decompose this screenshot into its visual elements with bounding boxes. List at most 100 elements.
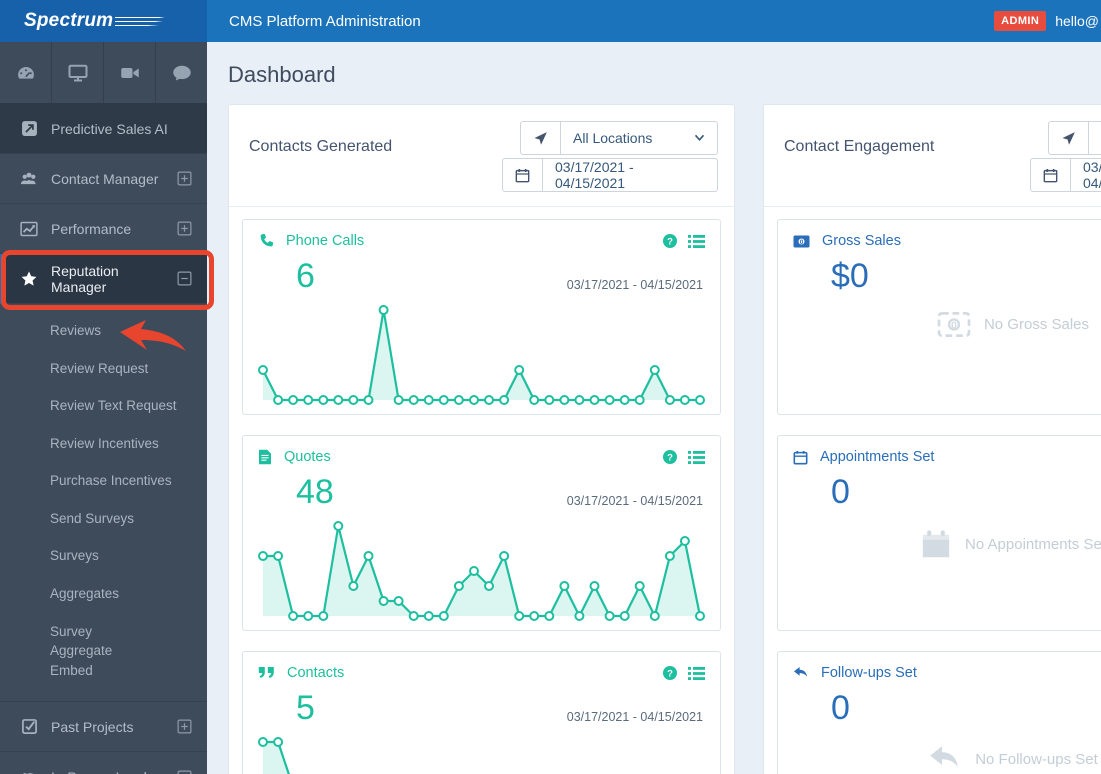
document-icon xyxy=(258,449,272,465)
contacts-sparkline-chart xyxy=(255,734,708,774)
panel-title: Contacts Generated xyxy=(249,138,393,155)
spectrum-logo-text: Spectrum xyxy=(24,10,114,31)
sidebar-item-label: Predictive Sales AI xyxy=(51,120,168,137)
follow-ups-set-card: Follow-ups Set 0 No Follow-ups Set xyxy=(777,651,1101,774)
help-circle-icon[interactable]: ? xyxy=(662,665,678,681)
list-icon[interactable] xyxy=(688,666,705,681)
date-range-group: 03/17/2021 - 04/15/2021 xyxy=(502,158,718,192)
gauge-icon[interactable] xyxy=(0,42,52,103)
list-icon[interactable] xyxy=(688,450,705,465)
location-select[interactable]: All Locations xyxy=(1089,122,1101,154)
plus-square-icon[interactable] xyxy=(177,221,192,236)
sidebar-icon-strip xyxy=(0,42,207,104)
sidebar-item-contact-manager[interactable]: Contact Manager xyxy=(0,154,207,204)
video-camera-icon[interactable] xyxy=(104,42,156,103)
submenu-item-review-text-request[interactable]: Review Text Request xyxy=(0,387,207,425)
submenu-item-surveys[interactable]: Surveys xyxy=(0,537,207,575)
calendar-icon xyxy=(920,528,952,560)
metric-title: Quotes xyxy=(284,449,331,465)
submenu-item-review-incentives[interactable]: Review Incentives xyxy=(0,425,207,463)
appointments-set-card: Appointments Set 0 No Appointments Set xyxy=(777,435,1101,631)
reply-arrow-icon xyxy=(928,744,962,774)
phone-calls-sparkline-chart xyxy=(255,302,708,408)
top-bar: Spectrum CMS Platform Administration ADM… xyxy=(0,0,1101,42)
phone-calls-card: Phone Calls ? 6 03/17/2021 - 04/15/2021 xyxy=(242,219,721,415)
quotes-sparkline-chart xyxy=(255,518,708,624)
contacts-generated-panel: Contacts Generated All Locations 03/17/2… xyxy=(228,104,735,774)
metric-title: Appointments Set xyxy=(820,449,935,465)
metric-value: $0 xyxy=(831,257,869,295)
svg-text:0: 0 xyxy=(951,320,957,332)
date-range-input[interactable]: 03/17/2021 - 04/15/2021 xyxy=(543,159,717,191)
location-arrow-icon xyxy=(1049,122,1089,154)
svg-text:?: ? xyxy=(667,668,673,679)
calendar-icon xyxy=(793,450,808,465)
submenu-item-send-surveys[interactable]: Send Surveys xyxy=(0,500,207,538)
metric-title: Gross Sales xyxy=(822,233,901,249)
empty-state: No Follow-ups Set xyxy=(778,744,1101,774)
empty-state-text: No Follow-ups Set xyxy=(975,750,1098,768)
calendar-icon xyxy=(503,159,543,191)
sidebar: Predictive Sales AI Contact Manager Perf… xyxy=(0,42,207,774)
metric-title: Phone Calls xyxy=(286,233,365,249)
reply-arrow-icon xyxy=(793,666,809,680)
money-bill-icon: 0 xyxy=(793,235,810,248)
plus-square-icon[interactable] xyxy=(177,171,192,186)
box-arrow-icon xyxy=(20,120,38,137)
calendar-icon xyxy=(1031,159,1071,191)
date-range-input[interactable]: 03/17/2021 - 04/15/2021 xyxy=(1071,159,1101,191)
sidebar-item-label: Performance xyxy=(51,220,132,237)
user-email[interactable]: hello@ xyxy=(1055,13,1099,29)
sidebar-item-performance[interactable]: Performance xyxy=(0,204,207,254)
date-range-group: 03/17/2021 - 04/15/2021 xyxy=(1030,158,1101,192)
metric-value: 0 xyxy=(831,689,850,727)
users-icon xyxy=(20,170,38,188)
sidebar-item-label: Past Projects xyxy=(51,718,134,735)
panel-title: Contact Engagement xyxy=(784,138,935,155)
page-title: Dashboard xyxy=(228,62,336,87)
contact-engagement-panel: Contact Engagement All Locations xyxy=(763,104,1101,774)
handshake-icon xyxy=(20,768,38,774)
check-square-icon xyxy=(20,718,38,735)
submenu-item-purchase-incentives[interactable]: Purchase Incentives xyxy=(0,462,207,500)
spectrum-logo-stripes-icon xyxy=(115,17,166,26)
quote-icon xyxy=(258,666,275,680)
contacts-card: Contacts ? 5 03/17/2021 - 04/15/2021 xyxy=(242,651,721,774)
metric-value: 0 xyxy=(831,473,850,511)
plus-square-icon[interactable] xyxy=(177,770,192,774)
sidebar-item-reputation-manager[interactable]: Reputation Manager xyxy=(0,254,207,304)
submenu-item-review-request[interactable]: Review Request xyxy=(0,350,207,388)
list-icon[interactable] xyxy=(688,234,705,249)
phone-icon xyxy=(258,233,274,249)
location-selector-group: All Locations xyxy=(520,121,718,155)
location-arrow-icon xyxy=(521,122,561,154)
location-select[interactable]: All Locations xyxy=(561,122,717,154)
spectrum-logo: Spectrum xyxy=(0,0,207,42)
metric-title: Contacts xyxy=(287,665,345,681)
money-bill-icon: 0 xyxy=(937,312,971,337)
admin-badge: ADMIN xyxy=(994,11,1047,31)
sidebar-item-in-person-leads[interactable]: In-Person Leads xyxy=(0,752,207,774)
sidebar-item-past-projects[interactable]: Past Projects xyxy=(0,702,207,753)
chat-bubble-icon[interactable] xyxy=(156,42,207,103)
main-content: Dashboard Contacts Generated All Locatio… xyxy=(207,42,1101,774)
empty-state-text: No Appointments Set xyxy=(965,535,1101,553)
minus-square-icon[interactable] xyxy=(177,271,192,286)
desktop-icon[interactable] xyxy=(52,42,104,103)
svg-text:?: ? xyxy=(667,452,673,463)
plus-square-icon[interactable] xyxy=(177,719,192,734)
reputation-manager-submenu: Reviews Review Request Review Text Reque… xyxy=(0,304,207,703)
quotes-card: Quotes ? 48 03/17/2021 - 04/15/2021 xyxy=(242,435,721,631)
submenu-item-reviews[interactable]: Reviews xyxy=(0,312,207,350)
sidebar-item-predictive-sales-ai[interactable]: Predictive Sales AI xyxy=(0,104,207,154)
submenu-item-survey-aggregate-embed[interactable]: Survey Aggregate Embed xyxy=(0,613,170,690)
empty-state: 0 No Gross Sales xyxy=(778,312,1101,337)
chevron-down-icon xyxy=(694,134,705,141)
help-circle-icon[interactable]: ? xyxy=(662,233,678,249)
metric-title: Follow-ups Set xyxy=(821,665,917,681)
metric-date-range: 03/17/2021 - 04/15/2021 xyxy=(566,710,703,724)
svg-text:?: ? xyxy=(667,236,673,247)
location-selector-group: All Locations xyxy=(1048,121,1101,155)
help-circle-icon[interactable]: ? xyxy=(662,449,678,465)
submenu-item-aggregates[interactable]: Aggregates xyxy=(0,575,207,613)
